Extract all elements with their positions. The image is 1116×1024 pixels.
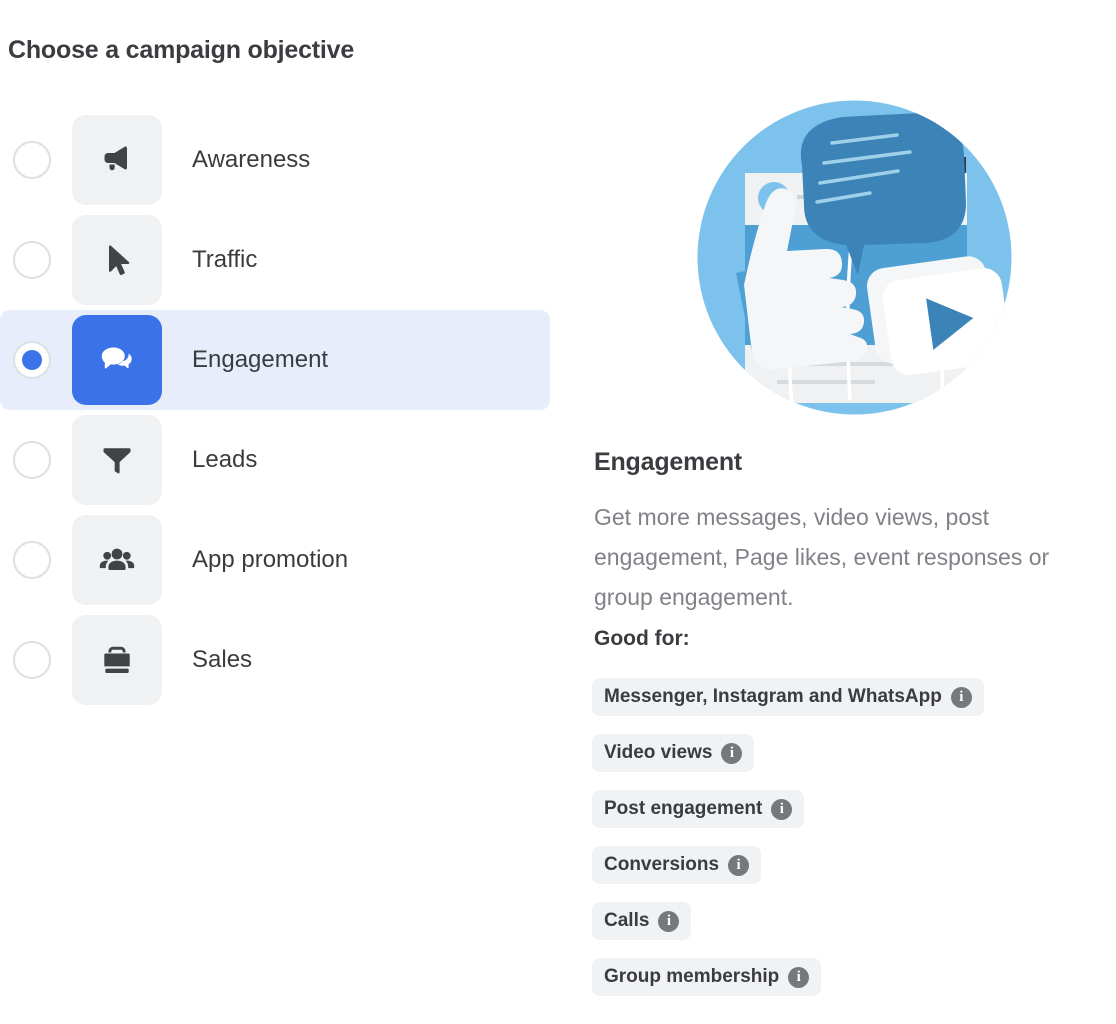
funnel-icon [103, 448, 131, 474]
objective-row-traffic[interactable]: Traffic [0, 210, 550, 310]
cursor-icon [109, 245, 130, 276]
objective-detail-column: Engagement Get more messages, video view… [592, 0, 1116, 1024]
campaign-objective-page: Choose a campaign objective Awareness Tr… [0, 0, 1116, 1024]
people-icon [99, 548, 135, 570]
objective-row-sales[interactable]: Sales [0, 610, 550, 710]
detail-description: Get more messages, video views, post eng… [594, 504, 1050, 610]
radio-traffic[interactable] [13, 241, 51, 279]
briefcase-icon [104, 646, 130, 673]
info-icon[interactable]: i [658, 910, 680, 932]
megaphone-icon [104, 146, 127, 171]
radio-app-promotion[interactable] [13, 541, 51, 579]
briefcase-icon-tile [72, 615, 162, 705]
objective-label-sales: Sales [192, 646, 253, 673]
objective-label-app-promotion: App promotion [192, 546, 349, 573]
objective-row-app-promotion[interactable]: App promotion [0, 510, 550, 610]
objective-selector-column: Choose a campaign objective Awareness Tr… [0, 0, 560, 1024]
info-icon[interactable]: i [950, 686, 972, 708]
objective-row-leads[interactable]: Leads [0, 410, 550, 510]
objective-row-engagement[interactable]: Engagement [0, 310, 550, 410]
good-for-tag-list: Messenger, Instagram and WhatsApp i Video… [592, 678, 1112, 1014]
chat-bubbles-icon [101, 347, 132, 369]
objective-row-awareness[interactable]: Awareness [0, 110, 550, 210]
info-icon[interactable]: i [788, 966, 810, 988]
detail-title: Engagement [594, 448, 743, 476]
radio-leads[interactable] [13, 441, 51, 479]
cursor-icon-tile [72, 215, 162, 305]
tag-pill[interactable]: Group membership i [592, 958, 822, 996]
tag-pill[interactable]: Messenger, Instagram and WhatsApp i [592, 678, 984, 716]
info-icon[interactable]: i [728, 854, 750, 876]
radio-awareness[interactable] [13, 141, 51, 179]
chat-bubbles-icon-tile [72, 315, 162, 405]
objective-label-leads: Leads [192, 446, 258, 473]
info-icon[interactable]: i [771, 798, 793, 820]
info-icon[interactable]: i [721, 742, 743, 764]
objective-label-engagement: Engagement [192, 346, 329, 373]
tag-pill[interactable]: Post engagement i [592, 790, 805, 828]
page-title: Choose a campaign objective [8, 36, 355, 64]
good-for-label: Good for: [594, 627, 690, 650]
radio-engagement[interactable] [13, 341, 51, 379]
engagement-illustration [692, 95, 1017, 420]
megaphone-icon-tile [72, 115, 162, 205]
tag-pill[interactable]: Conversions i [592, 846, 762, 884]
people-icon-tile [72, 515, 162, 605]
objective-label-traffic: Traffic [192, 246, 258, 273]
objective-label-awareness: Awareness [192, 146, 311, 173]
tag-pill[interactable]: Calls i [592, 902, 692, 940]
radio-sales[interactable] [13, 641, 51, 679]
tag-pill[interactable]: Video views i [592, 734, 755, 772]
funnel-icon-tile [72, 415, 162, 505]
objective-list: Awareness Traffic Engagement Leads App p… [0, 110, 560, 710]
